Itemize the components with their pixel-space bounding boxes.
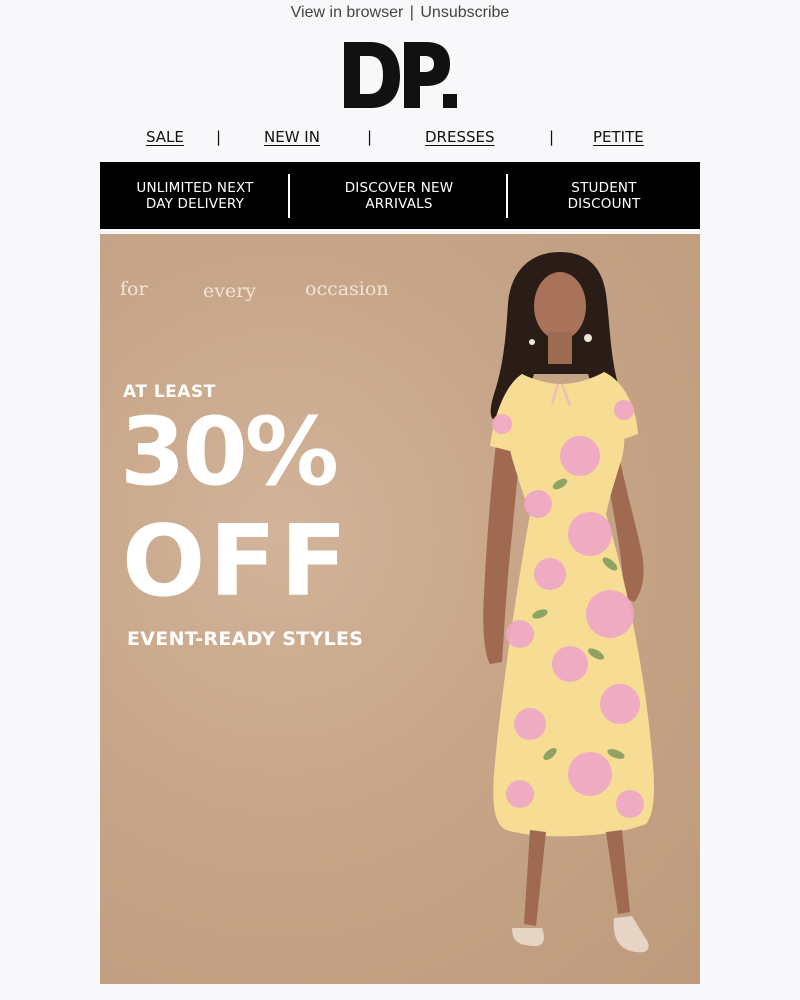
usp-label: STUDENT DISCOUNT [568, 180, 641, 212]
hero-tagline-word: every [203, 280, 257, 302]
brand-logo[interactable] [340, 28, 460, 112]
usp-line: STUDENT [571, 179, 637, 196]
hero-tagline-word: occasion [305, 278, 389, 300]
nav-separator: | [549, 128, 555, 146]
brand-logo-mark [344, 42, 457, 108]
nav-petite[interactable]: PETITE [593, 128, 644, 146]
main-nav: SALE | NEW IN | DRESSES | PETITE [100, 128, 700, 152]
usp-new-arrivals[interactable]: DISCOVER NEW ARRIVALS [290, 162, 508, 229]
hero-headline-off: OFF [122, 505, 352, 619]
model-in-floral-dress-image [483, 252, 654, 953]
hero-subheadline: EVENT-READY STYLES [127, 628, 364, 650]
nav-new-in[interactable]: NEW IN [264, 128, 320, 146]
hero-headline-percent: 30% [120, 398, 339, 507]
unsubscribe-link[interactable]: Unsubscribe [420, 4, 509, 21]
usp-next-day-delivery[interactable]: UNLIMITED NEXT DAY DELIVERY [100, 162, 290, 229]
usp-student-discount[interactable]: STUDENT DISCOUNT [508, 162, 700, 229]
usp-line: DISCOVER NEW [344, 179, 454, 196]
hero-tagline-word: for [120, 278, 148, 300]
email-canvas: View in browser | Unsubscribe SALE | NEW… [0, 0, 800, 1000]
usp-line: UNLIMITED NEXT [136, 179, 254, 196]
nav-sale[interactable]: SALE [146, 128, 184, 146]
usp-line: ARRIVALS [365, 195, 433, 212]
view-in-browser-link[interactable]: View in browser [291, 4, 404, 21]
usp-label: UNLIMITED NEXT DAY DELIVERY [136, 180, 253, 212]
usp-bar: UNLIMITED NEXT DAY DELIVERY DISCOVER NEW A… [100, 162, 700, 229]
nav-separator: | [367, 128, 373, 146]
usp-label: DISCOVER NEW ARRIVALS [345, 180, 454, 212]
top-links-separator: | [409, 4, 414, 21]
nav-separator: | [216, 128, 222, 146]
usp-line: DISCOUNT [567, 195, 641, 212]
nav-dresses[interactable]: DRESSES [425, 128, 495, 146]
hero-banner[interactable]: for every occasion AT LEAST 30% OFF EVEN… [100, 234, 700, 984]
top-links: View in browser | Unsubscribe [0, 4, 800, 22]
usp-line: DAY DELIVERY [145, 195, 245, 212]
